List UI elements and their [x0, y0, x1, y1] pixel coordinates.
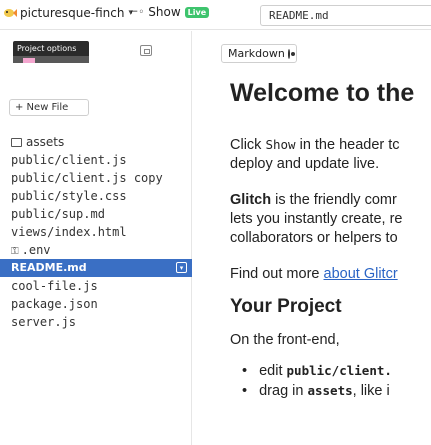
text: deploy and update live.	[230, 156, 380, 172]
text: Click	[230, 137, 262, 153]
file-options-icon[interactable]: ▾	[176, 262, 187, 273]
live-badge: Live	[184, 6, 210, 18]
paragraph-show: Click Show in the header tc deploy and u…	[230, 135, 400, 174]
file-item-cool-file-js[interactable]: cool-file.js	[11, 277, 192, 295]
text: collaborators or helpers to	[230, 230, 398, 246]
file-item-readme-md[interactable]: README.md ▾	[0, 259, 192, 277]
text: , like i	[352, 383, 390, 399]
file-label: .env	[21, 243, 51, 257]
fish-logo-icon	[4, 9, 17, 17]
file-item-assets[interactable]: assets	[11, 133, 192, 151]
markdown-preview: Markdown Welcome to the Click Show in th…	[193, 31, 431, 445]
file-item-package-json[interactable]: package.json	[11, 295, 192, 313]
text: Find out more	[230, 266, 320, 282]
list-item: edit public/client.	[242, 361, 392, 381]
paragraph-find-out-more: Find out more about Glitcr	[230, 265, 398, 284]
file-list: assets public/client.js public/client.js…	[0, 133, 192, 331]
project-options-label: Project options	[17, 44, 77, 53]
file-item-server-js[interactable]: server.js	[11, 313, 192, 331]
project-name: picturesque-finch	[20, 6, 125, 20]
sunglasses-icon: ⌐◦	[130, 6, 145, 18]
avatar	[23, 58, 35, 63]
project-options-button[interactable]: Project options	[13, 41, 89, 63]
text: edit	[259, 363, 283, 379]
list-item: drag in assets, like i	[242, 381, 392, 401]
text: is the friendly comr	[275, 192, 397, 208]
file-item-public-sup-md[interactable]: public/sup.md	[11, 205, 192, 223]
file-label: assets	[26, 135, 65, 149]
file-item-public-client-js-copy[interactable]: public/client.js copy	[11, 169, 192, 187]
key-icon: ⚿	[11, 246, 19, 257]
show-button[interactable]: ⌐◦ Show Live	[130, 5, 210, 19]
paragraph-glitch: Glitch is the friendly comr lets you ins…	[230, 191, 402, 248]
markdown-label: Markdown	[228, 47, 285, 60]
lock-icon[interactable]	[140, 45, 152, 56]
page-title: Welcome to the	[230, 79, 415, 107]
bullet-list: edit public/client. drag in assets, like…	[242, 361, 392, 401]
show-label: Show	[148, 5, 181, 19]
file-item-public-style-css[interactable]: public/style.css	[11, 187, 192, 205]
section-heading: Your Project	[230, 296, 342, 317]
bold-text: Glitch	[230, 192, 272, 208]
tab-readme[interactable]: README.md	[260, 5, 431, 26]
text: lets you instantly create, re	[230, 211, 403, 227]
text: drag in	[259, 383, 304, 399]
file-label: README.md	[11, 261, 87, 274]
file-item-env[interactable]: ⚿ .env	[11, 241, 192, 259]
folder-icon	[11, 138, 22, 147]
about-glitch-link[interactable]: about Glitcr	[324, 266, 398, 282]
file-item-public-client-js[interactable]: public/client.js	[11, 151, 192, 169]
inline-code: public/client.	[286, 363, 392, 378]
new-file-button[interactable]: + New File	[9, 99, 89, 116]
project-name-button[interactable]: picturesque-finch ▾	[3, 6, 133, 20]
sidebar: Project options + New File assets public…	[0, 31, 192, 445]
markdown-toggle-button[interactable]: Markdown	[221, 44, 297, 63]
paragraph-front-end: On the front-end,	[230, 332, 340, 348]
inline-code: Show	[265, 137, 296, 152]
inline-code: assets	[307, 383, 353, 398]
text: in the header tc	[299, 137, 400, 153]
top-header: picturesque-finch ▾ ⌐◦ Show Live README.…	[0, 0, 431, 30]
file-item-views-index-html[interactable]: views/index.html	[11, 223, 192, 241]
eye-icon	[287, 48, 296, 59]
